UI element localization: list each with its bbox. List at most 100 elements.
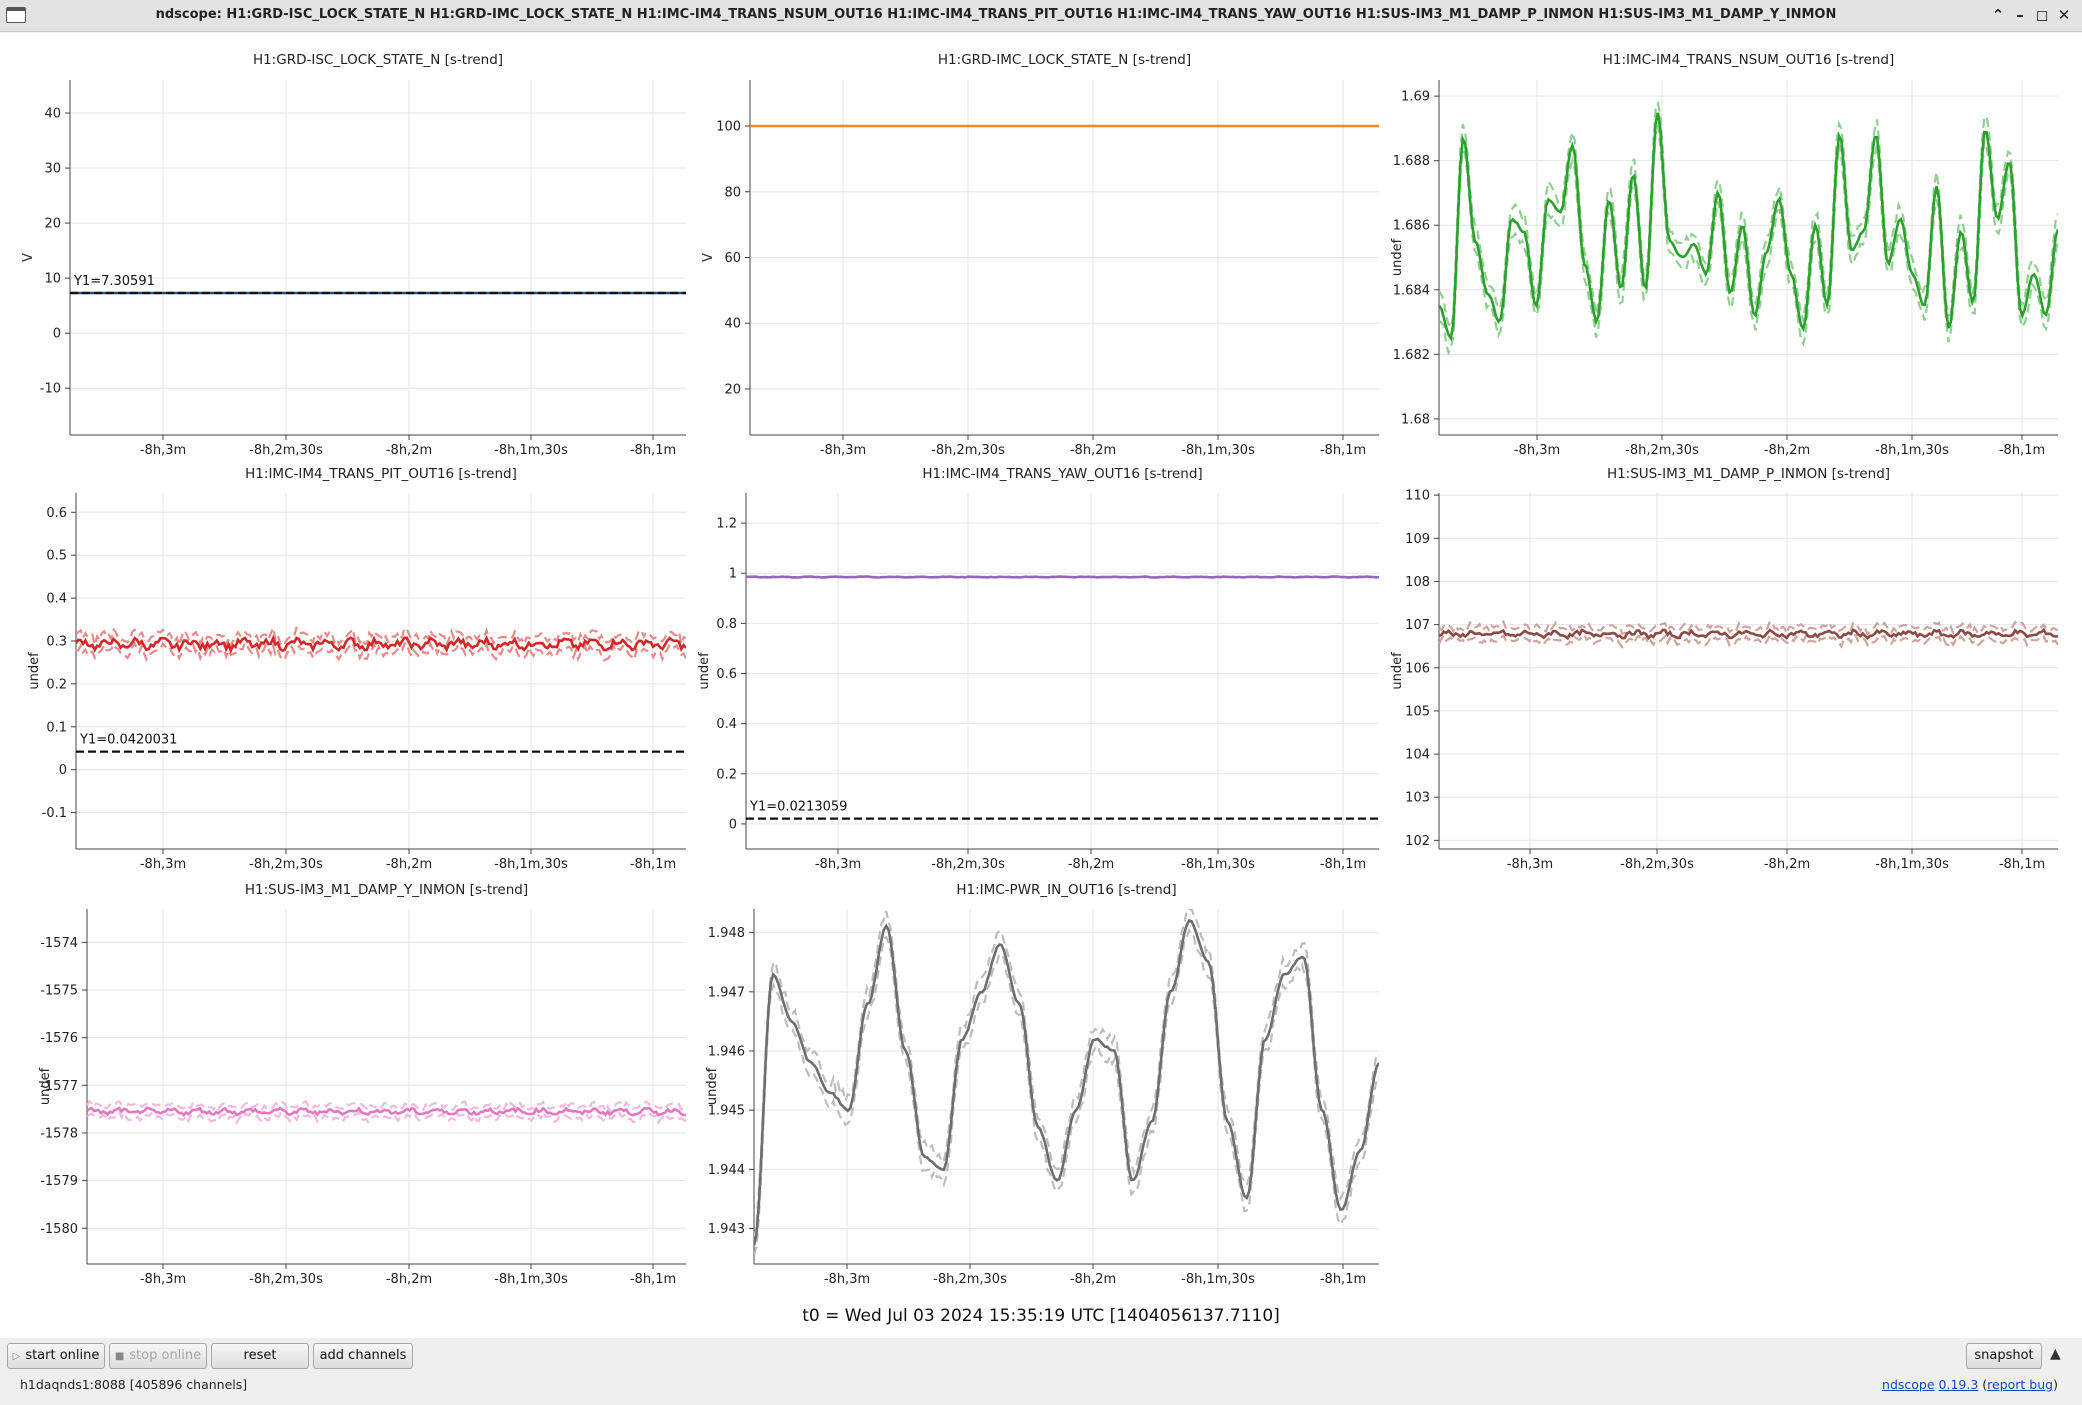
y-tick-label: 109 (1405, 532, 1430, 547)
x-tick-label: -8h,2m (1068, 857, 1114, 872)
app-link[interactable]: ndscope (1882, 1377, 1935, 1392)
x-tick-label: -8h,1m,30s (1181, 1272, 1255, 1287)
y-axis-label: undef (697, 652, 712, 690)
y-axis-label: undef (1390, 238, 1405, 276)
y-axis-label: undef (705, 1067, 720, 1105)
plot-title: H1:SUS-IM3_M1_DAMP_P_INMON [s-trend] (1607, 466, 1890, 482)
plot-title: H1:IMC-PWR_IN_OUT16 [s-trend] (956, 882, 1176, 898)
y-tick-label: 1.688 (1393, 154, 1430, 169)
y-tick-label: -10 (40, 382, 61, 397)
stop-online-button[interactable]: ■ stop online (109, 1343, 207, 1369)
collapse-icon[interactable]: ▲ (2050, 1346, 2061, 1362)
x-tick-label: -8h,1m (1320, 1272, 1366, 1287)
y-tick-label: 0.1 (46, 720, 67, 735)
y-tick-label: 1.948 (708, 926, 745, 941)
close-button[interactable]: ✕ (2054, 5, 2074, 25)
series-max-line (754, 909, 1379, 1238)
x-tick-label: -8h,1m,30s (494, 1272, 568, 1287)
y-tick-label: 1 (729, 567, 737, 582)
plot-title: H1:IMC-IM4_TRANS_PIT_OUT16 [s-trend] (245, 466, 517, 482)
title-bar: ndscope: H1:GRD-ISC_LOCK_STATE_N H1:GRD-… (0, 0, 2082, 32)
y-tick-label: 107 (1405, 618, 1430, 633)
x-tick-label: -8h,1m (630, 1272, 676, 1287)
y-tick-label: -0.1 (42, 806, 67, 821)
x-tick-label: -8h,3m (140, 443, 186, 458)
cursor-label: Y1=0.0213059 (749, 800, 847, 815)
window-menu-button[interactable]: ⌃ (1988, 5, 2008, 25)
y-tick-label: 30 (44, 162, 61, 177)
y-tick-label: 1.2 (716, 517, 737, 532)
y-tick-label: 20 (724, 382, 741, 397)
server-status: h1daqnds1:8088 [405896 channels] (20, 1377, 248, 1392)
plot-title: H1:SUS-IM3_M1_DAMP_Y_INMON [s-trend] (245, 882, 528, 898)
maximize-button[interactable]: ◻ (2032, 5, 2052, 25)
version-info: ndscope 0.19.3 (report bug) (1882, 1377, 2058, 1392)
paren-close: ) (2053, 1377, 2058, 1392)
y-tick-label: -1580 (40, 1222, 78, 1237)
x-tick-label: -8h,1m,30s (494, 443, 568, 458)
x-tick-label: -8h,1m,30s (1875, 443, 1949, 458)
version-link[interactable]: 0.19.3 (1939, 1377, 1979, 1392)
y-tick-label: 1.68 (1401, 412, 1430, 427)
reset-button[interactable]: reset (211, 1343, 309, 1369)
x-tick-label: -8h,1m,30s (1181, 857, 1255, 872)
y-tick-label: 1.682 (1393, 348, 1430, 363)
x-tick-label: -8h,1m,30s (1181, 443, 1255, 458)
plot-area[interactable]: H1:GRD-ISC_LOCK_STATE_N [s-trend] -10 0 10 2… (0, 33, 2082, 1338)
series-mean-line (754, 918, 1379, 1246)
y-tick-label: 1.69 (1401, 90, 1430, 105)
y-tick-label: 108 (1405, 575, 1430, 590)
y-tick-label: 1.946 (708, 1045, 745, 1060)
start-online-button[interactable]: ▷ start online (7, 1343, 105, 1369)
y-tick-label: 0.4 (46, 592, 67, 607)
minimize-button[interactable]: – (2010, 5, 2030, 25)
add-channels-button[interactable]: add channels (313, 1343, 413, 1369)
series-mean-line (746, 575, 1379, 579)
snapshot-button[interactable]: snapshot (1966, 1343, 2042, 1369)
minimize-icon: – (2016, 6, 2024, 24)
x-tick-label: -8h,3m (820, 443, 866, 458)
window-title: ndscope: H1:GRD-ISC_LOCK_STATE_N H1:GRD-… (155, 7, 1837, 22)
y-tick-label: 0.2 (46, 677, 67, 692)
plot-title: H1:GRD-ISC_LOCK_STATE_N [s-trend] (253, 52, 503, 68)
y-tick-label: 102 (1405, 834, 1430, 849)
stop-online-label: stop online (129, 1348, 202, 1363)
y-tick-label: 110 (1405, 489, 1430, 504)
x-tick-label: -8h,3m (815, 857, 861, 872)
play-icon: ▷ (12, 1351, 21, 1362)
x-tick-label: -8h,1m,30s (494, 857, 568, 872)
series-mean-line (1439, 627, 2058, 641)
y-axis-label: V (701, 253, 716, 262)
report-bug-link[interactable]: report bug (1987, 1377, 2053, 1392)
y-tick-label: 1.684 (1393, 283, 1430, 298)
x-tick-label: -8h,2m (1764, 857, 1810, 872)
close-icon: ✕ (2057, 6, 2071, 24)
series-mean-line (87, 1106, 686, 1117)
y-tick-label: 1.947 (708, 985, 745, 1000)
cursor-label: Y1=0.0420031 (79, 733, 177, 748)
x-tick-label: -8h,1m (630, 857, 676, 872)
x-tick-label: -8h,2m (1764, 443, 1810, 458)
y-tick-label: 0.3 (46, 634, 67, 649)
series-min-line (87, 1109, 686, 1125)
series-min-line (754, 927, 1379, 1256)
x-tick-label: -8h,1m,30s (1875, 857, 1949, 872)
x-tick-label: -8h,3m (824, 1272, 870, 1287)
y-tick-label: 106 (1405, 661, 1430, 676)
y-tick-label: -1579 (40, 1174, 78, 1189)
y-tick-label: 0.6 (46, 506, 67, 521)
x-tick-label: -8h,1m (630, 443, 676, 458)
y-tick-label: 0.5 (46, 549, 67, 564)
x-tick-label: -8h,1m (1320, 443, 1366, 458)
y-tick-label: 0.2 (716, 767, 737, 782)
y-tick-label: 80 (724, 185, 741, 200)
plot-grid[interactable]: H1:GRD-ISC_LOCK_STATE_N [s-trend]-100102… (0, 33, 2082, 1338)
y-tick-label: 10 (44, 272, 61, 287)
stop-icon: ■ (114, 1351, 125, 1362)
x-tick-label: -8h,2m,30s (249, 857, 323, 872)
y-tick-label: 105 (1405, 704, 1430, 719)
x-tick-label: -8h,2m (386, 443, 432, 458)
y-tick-label: 0 (59, 763, 67, 778)
x-tick-label: -8h,3m (140, 1272, 186, 1287)
x-tick-label: -8h,2m,30s (1625, 443, 1699, 458)
